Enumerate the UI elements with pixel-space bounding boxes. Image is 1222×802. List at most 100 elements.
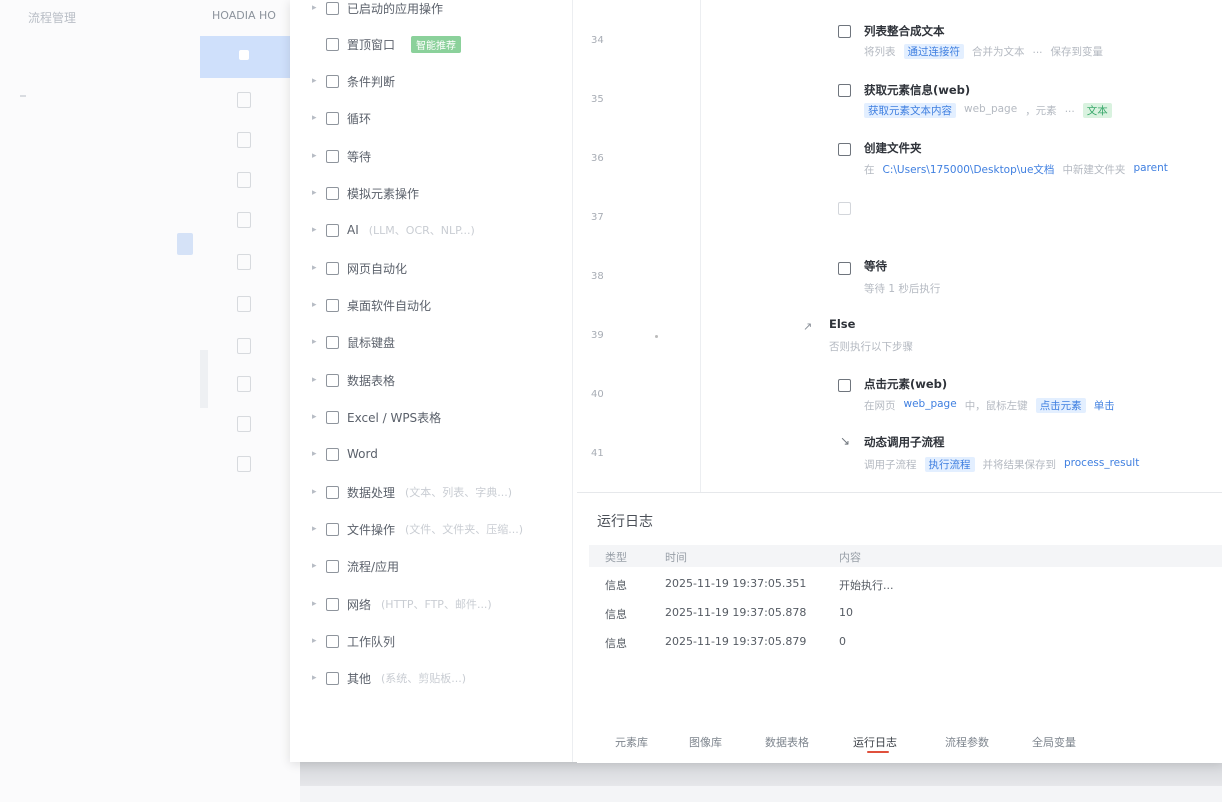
element-icon bbox=[326, 186, 339, 200]
tab-run-log[interactable]: 运行日志 bbox=[853, 734, 897, 750]
tab-global-vars[interactable]: 全局变量 bbox=[1032, 734, 1076, 750]
file-icon bbox=[237, 296, 251, 312]
file-icon bbox=[237, 376, 251, 392]
run-log-title: 运行日志 bbox=[597, 514, 653, 530]
file-icon bbox=[237, 456, 251, 472]
collapse-dash-icon bbox=[20, 95, 26, 97]
tree-item-desktop-automation[interactable]: ▸ 桌面软件自动化 bbox=[312, 295, 441, 315]
subflow-icon: ↘ bbox=[840, 434, 851, 448]
tree-item-network[interactable]: ▸ 网络 (HTTP、FTP、邮件...) bbox=[312, 594, 492, 614]
command-tree: ▸ 已启动的应用操作 置顶窗口 智能推荐 ▸ 条件判断 ▸ 循环 ▸ 等待 ▸ bbox=[290, 0, 573, 762]
log-row[interactable]: 信息 2025-11-19 19:37:05.351 开始执行... bbox=[589, 573, 1222, 595]
file-icon bbox=[237, 416, 251, 432]
tab-flow-params[interactable]: 流程参数 bbox=[945, 734, 989, 750]
header-time: 时间 bbox=[665, 551, 687, 564]
network-icon bbox=[326, 597, 339, 611]
web-icon bbox=[326, 261, 339, 275]
folder-icon bbox=[237, 172, 251, 188]
tree-item-word[interactable]: ▸ Word bbox=[312, 444, 388, 464]
ai-icon bbox=[326, 223, 339, 237]
header-type: 类型 bbox=[605, 551, 627, 564]
line-number: 35 bbox=[591, 94, 604, 105]
file-icon bbox=[237, 92, 251, 108]
pin-icon bbox=[326, 37, 339, 51]
caret-right-icon: ▸ bbox=[312, 337, 317, 347]
tree-item-app-operations[interactable]: ▸ 已启动的应用操作 bbox=[312, 0, 453, 18]
header-content: 内容 bbox=[839, 551, 861, 564]
line-number: 40 bbox=[591, 389, 604, 400]
tree-item-misc[interactable]: ▸ 其他 (系统、剪贴板...) bbox=[312, 668, 466, 688]
branch-icon: ↗ bbox=[803, 320, 813, 333]
desktop-icon bbox=[326, 298, 339, 312]
tree-item-work-queue[interactable]: ▸ 工作队列 bbox=[312, 631, 405, 651]
tree-item-ai[interactable]: ▸ AI (LLM、OCR、NLP...) bbox=[312, 220, 475, 240]
flow-canvas: 列表整合成文本 将列表 通过连接符 合并为文本 ... 保存到变量 获取元素信息… bbox=[700, 0, 1222, 492]
line-number: 38 bbox=[591, 271, 604, 282]
tree-item-web-automation[interactable]: ▸ 网页自动化 bbox=[312, 258, 417, 278]
file-icon bbox=[237, 254, 251, 270]
tree-item-element-ops[interactable]: ▸ 模拟元素操作 bbox=[312, 183, 429, 203]
tree-item-condition[interactable]: ▸ 条件判断 bbox=[312, 71, 405, 91]
caret-right-icon: ▸ bbox=[312, 375, 317, 385]
file-icon bbox=[237, 132, 251, 148]
tree-item-mouse-keyboard[interactable]: ▸ 鼠标键盘 bbox=[312, 332, 405, 352]
caret-right-icon: ▸ bbox=[312, 524, 317, 534]
mouse-icon bbox=[326, 335, 339, 349]
line-number-gutter: 34 35 36 37 38 39 40 41 bbox=[573, 0, 657, 492]
recommend-badge: 智能推荐 bbox=[411, 35, 462, 53]
line-number: 39 bbox=[591, 330, 604, 341]
line-number: 41 bbox=[591, 448, 604, 459]
breakpoint-dot bbox=[655, 335, 658, 338]
caret-right-icon: ▸ bbox=[312, 3, 317, 13]
file-icon bbox=[237, 212, 251, 228]
log-row[interactable]: 信息 2025-11-19 19:37:05.879 0 bbox=[589, 631, 1222, 653]
caret-right-icon: ▸ bbox=[312, 449, 317, 459]
log-table-header: 类型 时间 内容 bbox=[589, 545, 1222, 567]
line-number: 36 bbox=[591, 153, 604, 164]
excel-icon bbox=[326, 410, 339, 424]
tree-item-excel[interactable]: ▸ Excel / WPS表格 bbox=[312, 407, 451, 427]
row-checkbox[interactable] bbox=[239, 50, 249, 60]
caret-right-icon: ▸ bbox=[312, 673, 317, 683]
tab-image-library[interactable]: 图像库 bbox=[689, 734, 722, 750]
app-icon bbox=[326, 1, 339, 15]
hourglass-icon bbox=[326, 149, 339, 163]
scrollbar[interactable] bbox=[200, 350, 208, 408]
queue-icon bbox=[326, 634, 339, 648]
log-row[interactable]: 信息 2025-11-19 19:37:05.878 10 bbox=[589, 602, 1222, 624]
branch-icon bbox=[326, 74, 339, 88]
caret-right-icon: ▸ bbox=[312, 151, 317, 161]
flow-editor-dialog: ▸ 已启动的应用操作 置顶窗口 智能推荐 ▸ 条件判断 ▸ 循环 ▸ 等待 ▸ bbox=[290, 0, 1222, 763]
step-icon bbox=[838, 202, 851, 215]
tab-data-table[interactable]: 数据表格 bbox=[765, 734, 809, 750]
caret-right-icon: ▸ bbox=[312, 300, 317, 310]
tree-item-pin-window[interactable]: 置顶窗口 智能推荐 bbox=[312, 34, 462, 54]
caret-right-icon: ▸ bbox=[312, 561, 317, 571]
tree-item-flow-app[interactable]: ▸ 流程/应用 bbox=[312, 556, 409, 576]
run-log-panel: 运行日志 类型 时间 内容 信息 2025-11-19 19:37:05.351… bbox=[577, 492, 1222, 763]
caret-right-icon: ▸ bbox=[312, 113, 317, 123]
caret-right-icon: ▸ bbox=[312, 599, 317, 609]
tree-item-loop[interactable]: ▸ 循环 bbox=[312, 108, 381, 128]
line-number: 37 bbox=[591, 212, 604, 223]
tab-element-library[interactable]: 元素库 bbox=[615, 734, 648, 750]
tree-item-file-ops[interactable]: ▸ 文件操作 (文件、文件夹、压缩...) bbox=[312, 519, 523, 539]
caret-right-icon: ▸ bbox=[312, 263, 317, 273]
active-tab-indicator bbox=[867, 751, 889, 753]
tree-item-data-processing[interactable]: ▸ 数据处理 (文本、列表、字典...) bbox=[312, 482, 512, 502]
caret-right-icon: ▸ bbox=[312, 188, 317, 198]
data-icon bbox=[326, 485, 339, 499]
background-window: 流程管理 HOADIA HO bbox=[0, 0, 300, 802]
tree-item-wait[interactable]: ▸ 等待 bbox=[312, 146, 381, 166]
caret-right-icon: ▸ bbox=[312, 412, 317, 422]
web-icon bbox=[838, 84, 851, 97]
misc-icon bbox=[326, 671, 339, 685]
tree-item-data-table[interactable]: ▸ 数据表格 bbox=[312, 370, 405, 390]
caret-right-icon: ▸ bbox=[312, 487, 317, 497]
file-icon bbox=[326, 522, 339, 536]
caret-right-icon: ▸ bbox=[312, 76, 317, 86]
line-number: 34 bbox=[591, 35, 604, 46]
text-icon bbox=[838, 25, 851, 38]
caret-right-icon: ▸ bbox=[312, 225, 317, 235]
click-icon bbox=[838, 379, 851, 392]
